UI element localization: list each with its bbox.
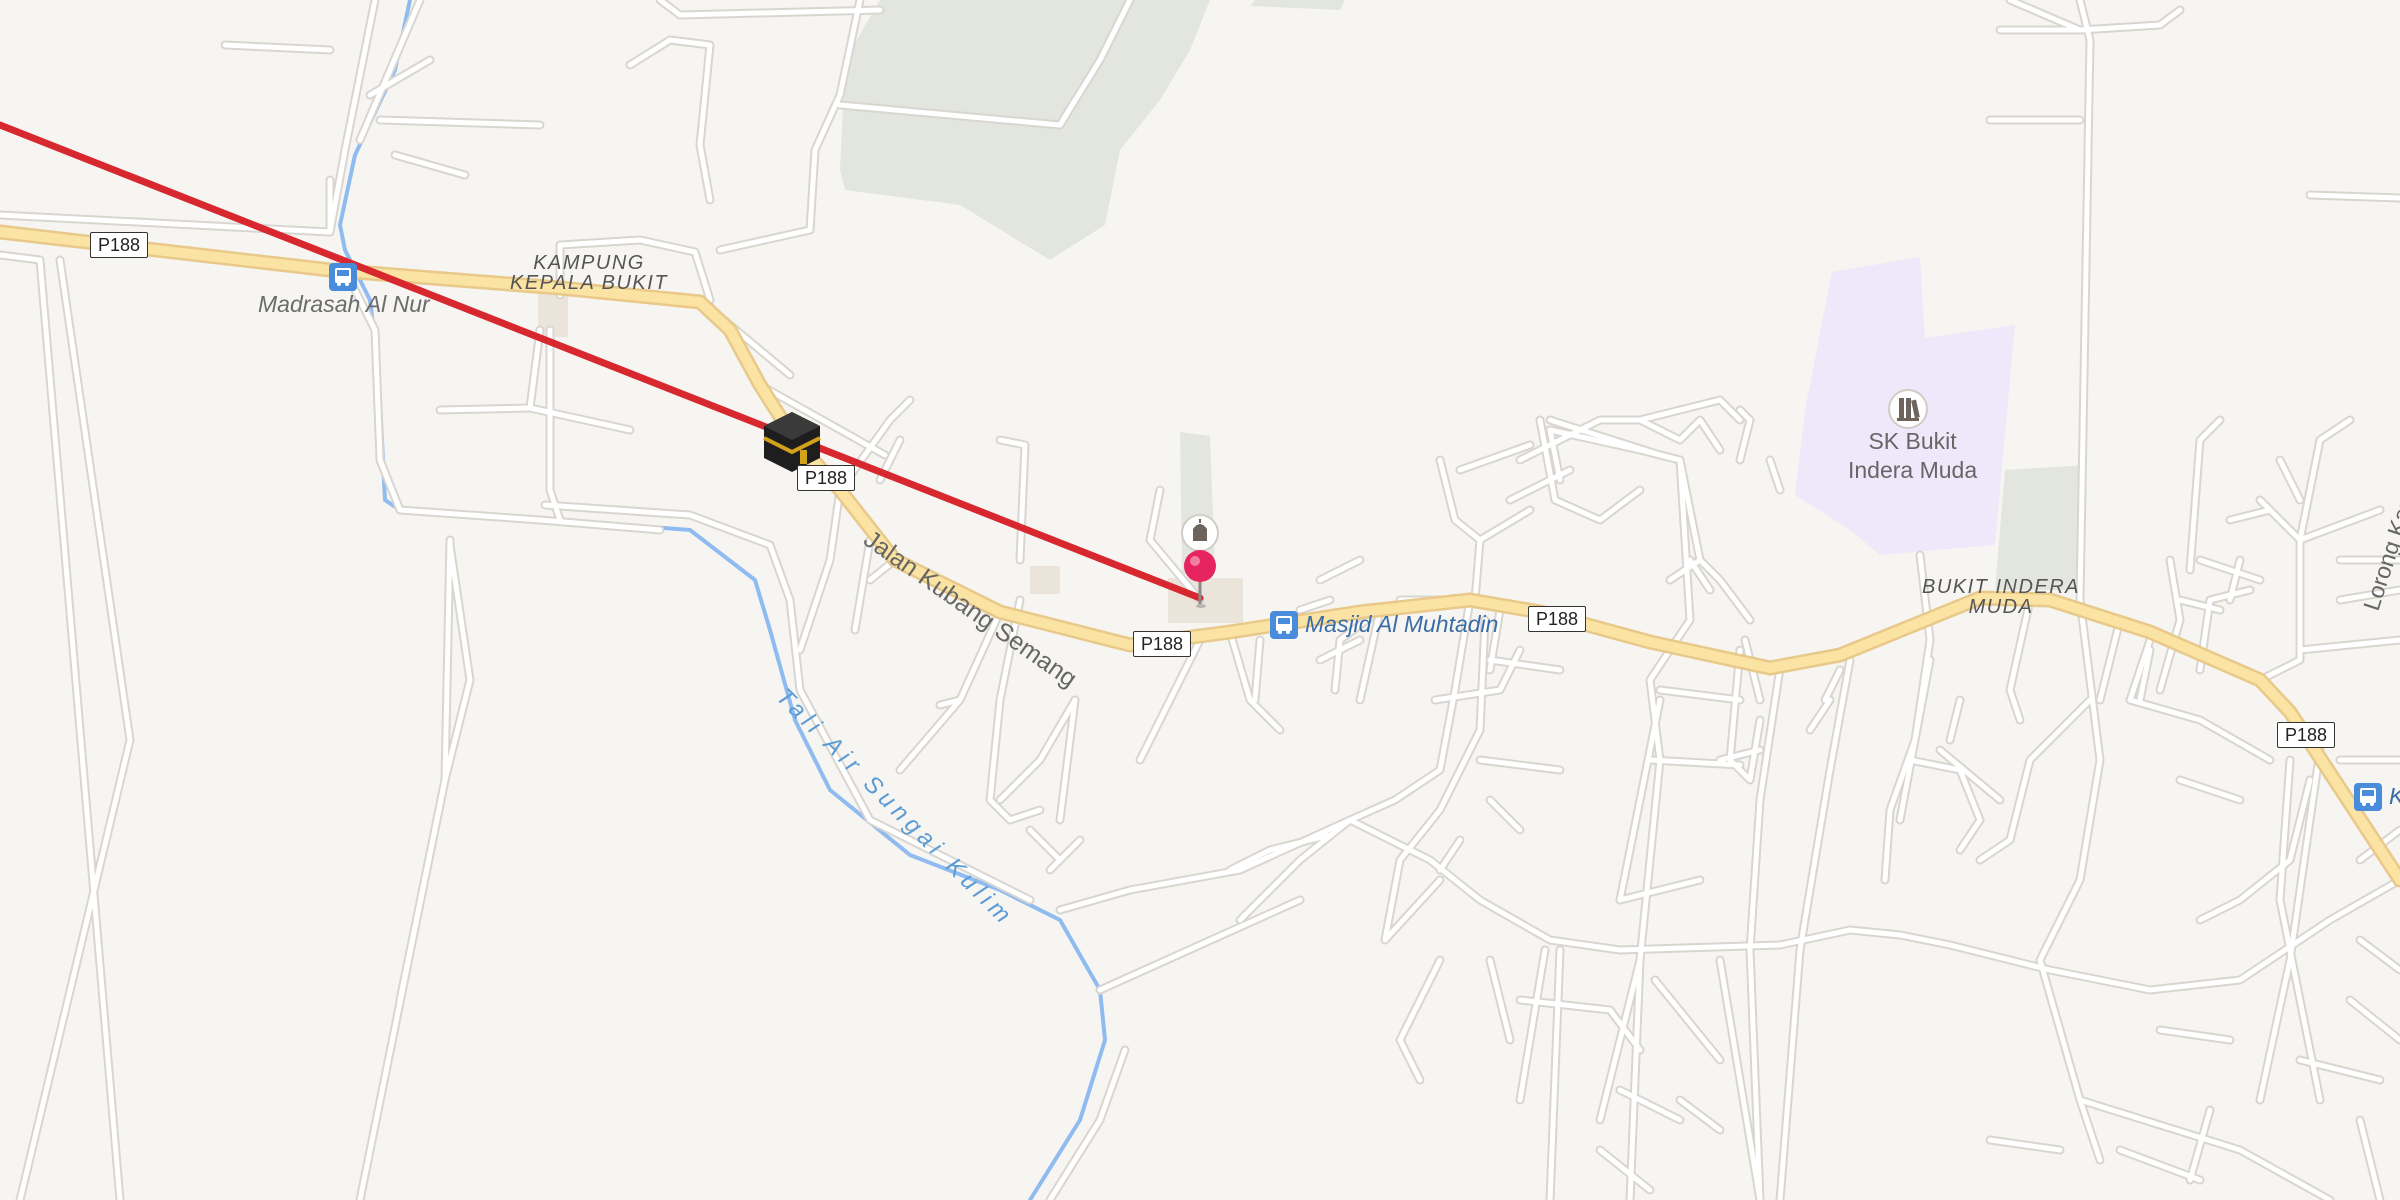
minor-road [2357,937,2400,973]
route-shield-p188: P188 [2277,722,2336,748]
minor-road [1437,837,1463,873]
minor-road [2125,695,2275,765]
bus-stop-icon[interactable] [2354,783,2382,811]
minor-road [715,0,865,255]
minor-road [625,35,715,205]
minor-road [1617,877,1703,903]
poi-label-k[interactable]: K [2389,785,2400,808]
minor-road [355,540,475,1200]
minor-road [1432,647,1523,703]
bus-stop-icon[interactable] [329,263,357,291]
minor-road [2297,507,2383,543]
minor-road [1137,637,1203,763]
minor-road [1347,817,2400,993]
minor-road [2307,192,2400,201]
minor-road [2357,1117,2383,1200]
minor-road [2197,557,2263,583]
minor-road [435,325,545,415]
route-shield-p188: P188 [1133,631,1192,657]
minor-road [2347,997,2400,1043]
minor-road [0,250,125,1200]
bus-stop-icon[interactable] [1270,611,1298,639]
minor-road [2187,1107,2213,1183]
minor-road [1487,957,1513,1043]
minor-road [1957,817,1983,853]
minor-road [1027,827,1063,863]
minor-road [1822,667,1843,703]
minor-road [1652,977,1723,1063]
poi-label-madrasah-al-nur[interactable]: Madrasah Al Nur [258,293,430,316]
minor-road [367,57,433,98]
minor-road [717,0,863,253]
minor-road [1097,897,1303,993]
route-shield-p188: P188 [90,232,149,258]
minor-road [2277,457,2303,503]
minor-road [392,152,468,178]
minor-road [527,405,633,433]
place-label-kampung-kepala-bukit: KAMPUNG KEPALA BUKIT [510,252,669,294]
minor-road [1317,557,1363,583]
minor-road [0,252,123,1200]
minor-road [2257,497,2303,543]
mosque-icon[interactable] [1181,514,1219,552]
poi-label-masjid-al-muhtadin[interactable]: Masjid Al Muhtadin [1305,613,1498,636]
minor-road [1395,955,1445,1085]
minor-road [1477,507,1533,543]
minor-road [1517,947,1548,1103]
place-label-bukit-indera-muda: BUKIT INDERA MUDA [1922,576,2081,618]
minor-road [1597,1147,1653,1193]
minor-road [1975,695,2095,865]
route-shield-p188: P188 [1528,606,1587,632]
minor-road [2197,777,2313,923]
minor-road [2117,1147,2203,1183]
map-viewport[interactable]: Jalan Kubang Semang Lorong Kampung Perai… [0,0,2400,1200]
minor-road [395,535,455,1005]
minor-road [2255,535,2305,685]
minor-road [1345,815,2400,995]
route-shield-p188: P188 [797,465,856,491]
waterway-label: Tali Air Sungai Kulim [771,683,1020,932]
minor-road [1977,697,2093,863]
road-label-lorong-kampung-perai: Lorong Kampung Perai [2358,381,2400,614]
minor-road [1807,697,1833,733]
minor-road [17,257,133,1200]
poi-label-sk-bukit-indera-muda[interactable]: SK Bukit Indera Muda [1848,427,1977,485]
minor-road [15,255,135,1200]
minor-road [1897,657,1933,823]
minor-road [1617,1087,1683,1123]
minor-road [1487,797,1523,833]
minor-road [437,327,543,413]
minor-road [2177,777,2243,803]
school-icon[interactable] [1888,389,1928,429]
minor-road [2097,617,2123,703]
minor-road [1677,1097,1723,1133]
minor-road [1637,417,1683,443]
